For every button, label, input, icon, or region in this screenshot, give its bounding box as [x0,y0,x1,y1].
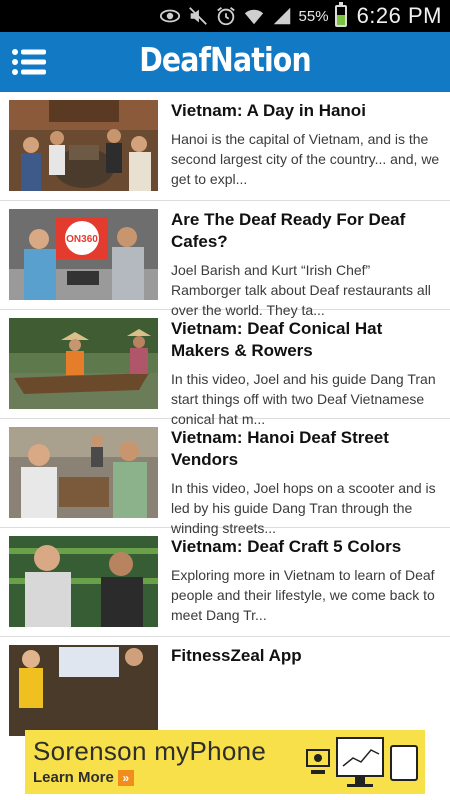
wifi-icon [244,9,263,25]
status-bar: 55% 6:26 PM [0,0,450,32]
article-thumbnail: ON360 [9,209,158,300]
signal-icon [273,7,290,25]
article-thumbnail [9,318,158,409]
double-chevron-right-icon: » [117,769,134,786]
article-thumbnail [9,645,158,736]
rowers-photo [9,318,158,409]
list-item[interactable]: Vietnam: Hanoi Deaf Street Vendors In th… [0,419,450,536]
article-title: Vietnam: Deaf Conical Hat Makers & Rower… [171,319,383,360]
ad-learn-more-link[interactable]: Learn More » [33,769,134,786]
article-title: Vietnam: Hanoi Deaf Street Vendors [171,428,389,469]
ad-cta-label: Learn More [33,769,114,786]
list-item[interactable]: Vietnam: A Day in Hanoi Hanoi is the cap… [0,92,450,201]
mute-icon [188,7,207,25]
list-item[interactable]: Vietnam: Deaf Conical Hat Makers & Rower… [0,310,450,427]
article-thumbnail [9,100,158,191]
on360-photo: ON360 [9,209,158,300]
list-item[interactable]: ON360 Are The Deaf Ready For Deaf Cafes?… [0,201,450,318]
craft-colors-photo [9,536,158,627]
article-description: Hanoi is the capital of Vietnam, and is … [171,131,440,187]
devices-illustration [306,737,418,787]
battery-icon [334,2,347,27]
thumb-logo-text: ON360 [66,234,98,245]
article-title: Vietnam: Deaf Craft 5 Colors [171,537,402,556]
ad-brand: Sorenson myPhone [33,736,267,766]
app-bar: DeafNation [0,32,450,92]
street-vendors-photo [9,427,158,518]
clock: 6:26 PM [356,3,442,28]
hanoi-photo [9,100,158,191]
ad-banner[interactable]: Sorenson myPhone Learn More » [25,730,425,794]
article-description: Exploring more in Vietnam to learn of De… [171,567,435,623]
eye-icon [159,9,180,23]
alarm-icon [216,7,235,26]
battery-percent: 55% [298,7,329,25]
app-title: DeafNation [139,40,311,79]
article-title: Vietnam: A Day in Hanoi [171,101,366,120]
article-title: Are The Deaf Ready For Deaf Cafes? [171,210,406,251]
fitnesszeal-photo [9,645,158,736]
article-thumbnail [9,536,158,627]
article-title: FitnessZeal App [171,646,302,665]
article-thumbnail [9,427,158,518]
article-list: Vietnam: A Day in Hanoi Hanoi is the cap… [0,92,450,757]
list-item[interactable]: Vietnam: Deaf Craft 5 Colors Exploring m… [0,528,450,637]
battery-level [336,15,345,25]
status-icons: 55% 6:26 PM [159,0,442,32]
